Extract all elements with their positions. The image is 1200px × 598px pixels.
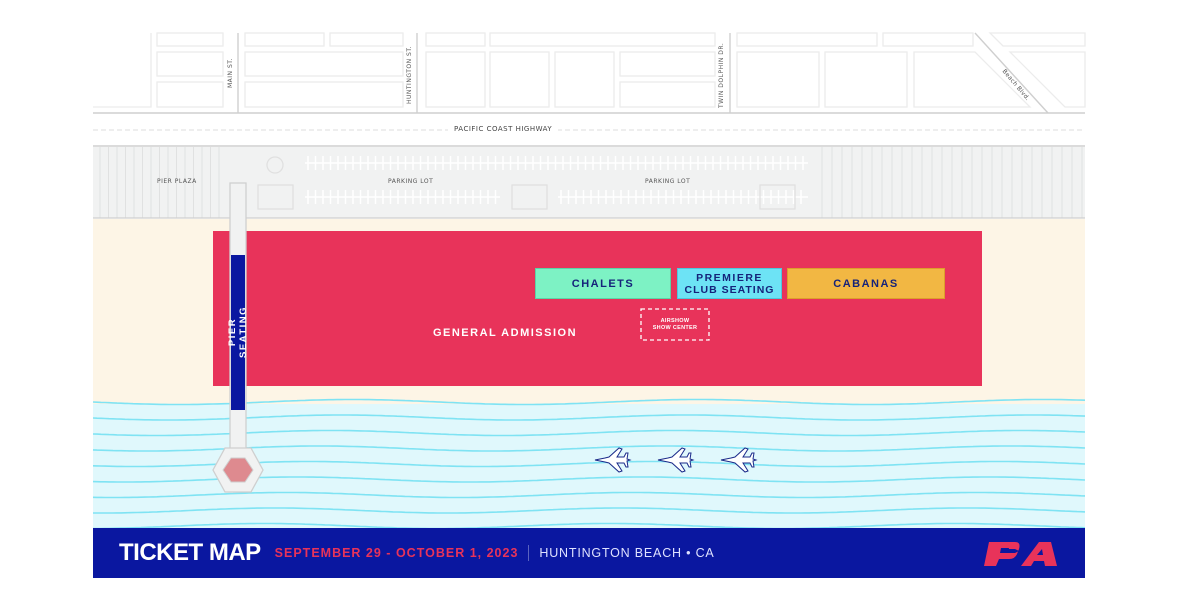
street-label-huntington: HUNTINGTON ST.	[406, 45, 413, 104]
event-dates: SEPTEMBER 29 - OCTOBER 1, 2023	[274, 546, 519, 560]
chalets-label: CHALETS	[571, 277, 635, 290]
show-center-label: SHOW CENTER	[652, 324, 698, 331]
divider	[528, 545, 530, 561]
area-label-parking-lot: PARKING LOT	[645, 178, 691, 185]
chalets-zone[interactable]: CHALETS	[535, 268, 671, 299]
airshow-label: AIRSHOW	[660, 317, 690, 324]
premiere-club-zone[interactable]: PREMIERE CLUB SEATING	[677, 268, 782, 299]
street-label-main: MAIN ST.	[227, 57, 234, 88]
general-admission-label: GENERAL ADMISSION	[432, 327, 578, 339]
street-label-pch: PACIFIC COAST HIGHWAY	[448, 125, 559, 133]
pa-logo	[984, 542, 1057, 566]
cabanas-label: CABANAS	[833, 277, 899, 290]
page-title: TICKET MAP	[119, 539, 261, 566]
pier-seating-label: PIER SEATING	[227, 305, 249, 359]
footer-banner: TICKET MAP SEPTEMBER 29 - OCTOBER 1, 202…	[93, 528, 1085, 578]
airshow-center-label: AIRSHOW SHOW CENTER	[641, 309, 709, 340]
area-label-parking-lot: PARKING LOT	[388, 178, 434, 185]
street-label-twin-dolphin: TWIN DOLPHIN DR.	[718, 42, 725, 108]
cabanas-zone[interactable]: CABANAS	[787, 268, 945, 299]
event-location: HUNTINGTON BEACH • CA	[539, 546, 715, 560]
premiere-label: PREMIERE	[696, 271, 763, 284]
street-lines	[93, 32, 1085, 147]
general-admission-zone[interactable]	[213, 231, 982, 386]
street-grid	[93, 32, 1086, 108]
club-seating-label: CLUB SEATING	[684, 283, 775, 296]
area-label-pier-plaza: PIER PLAZA	[157, 178, 197, 185]
